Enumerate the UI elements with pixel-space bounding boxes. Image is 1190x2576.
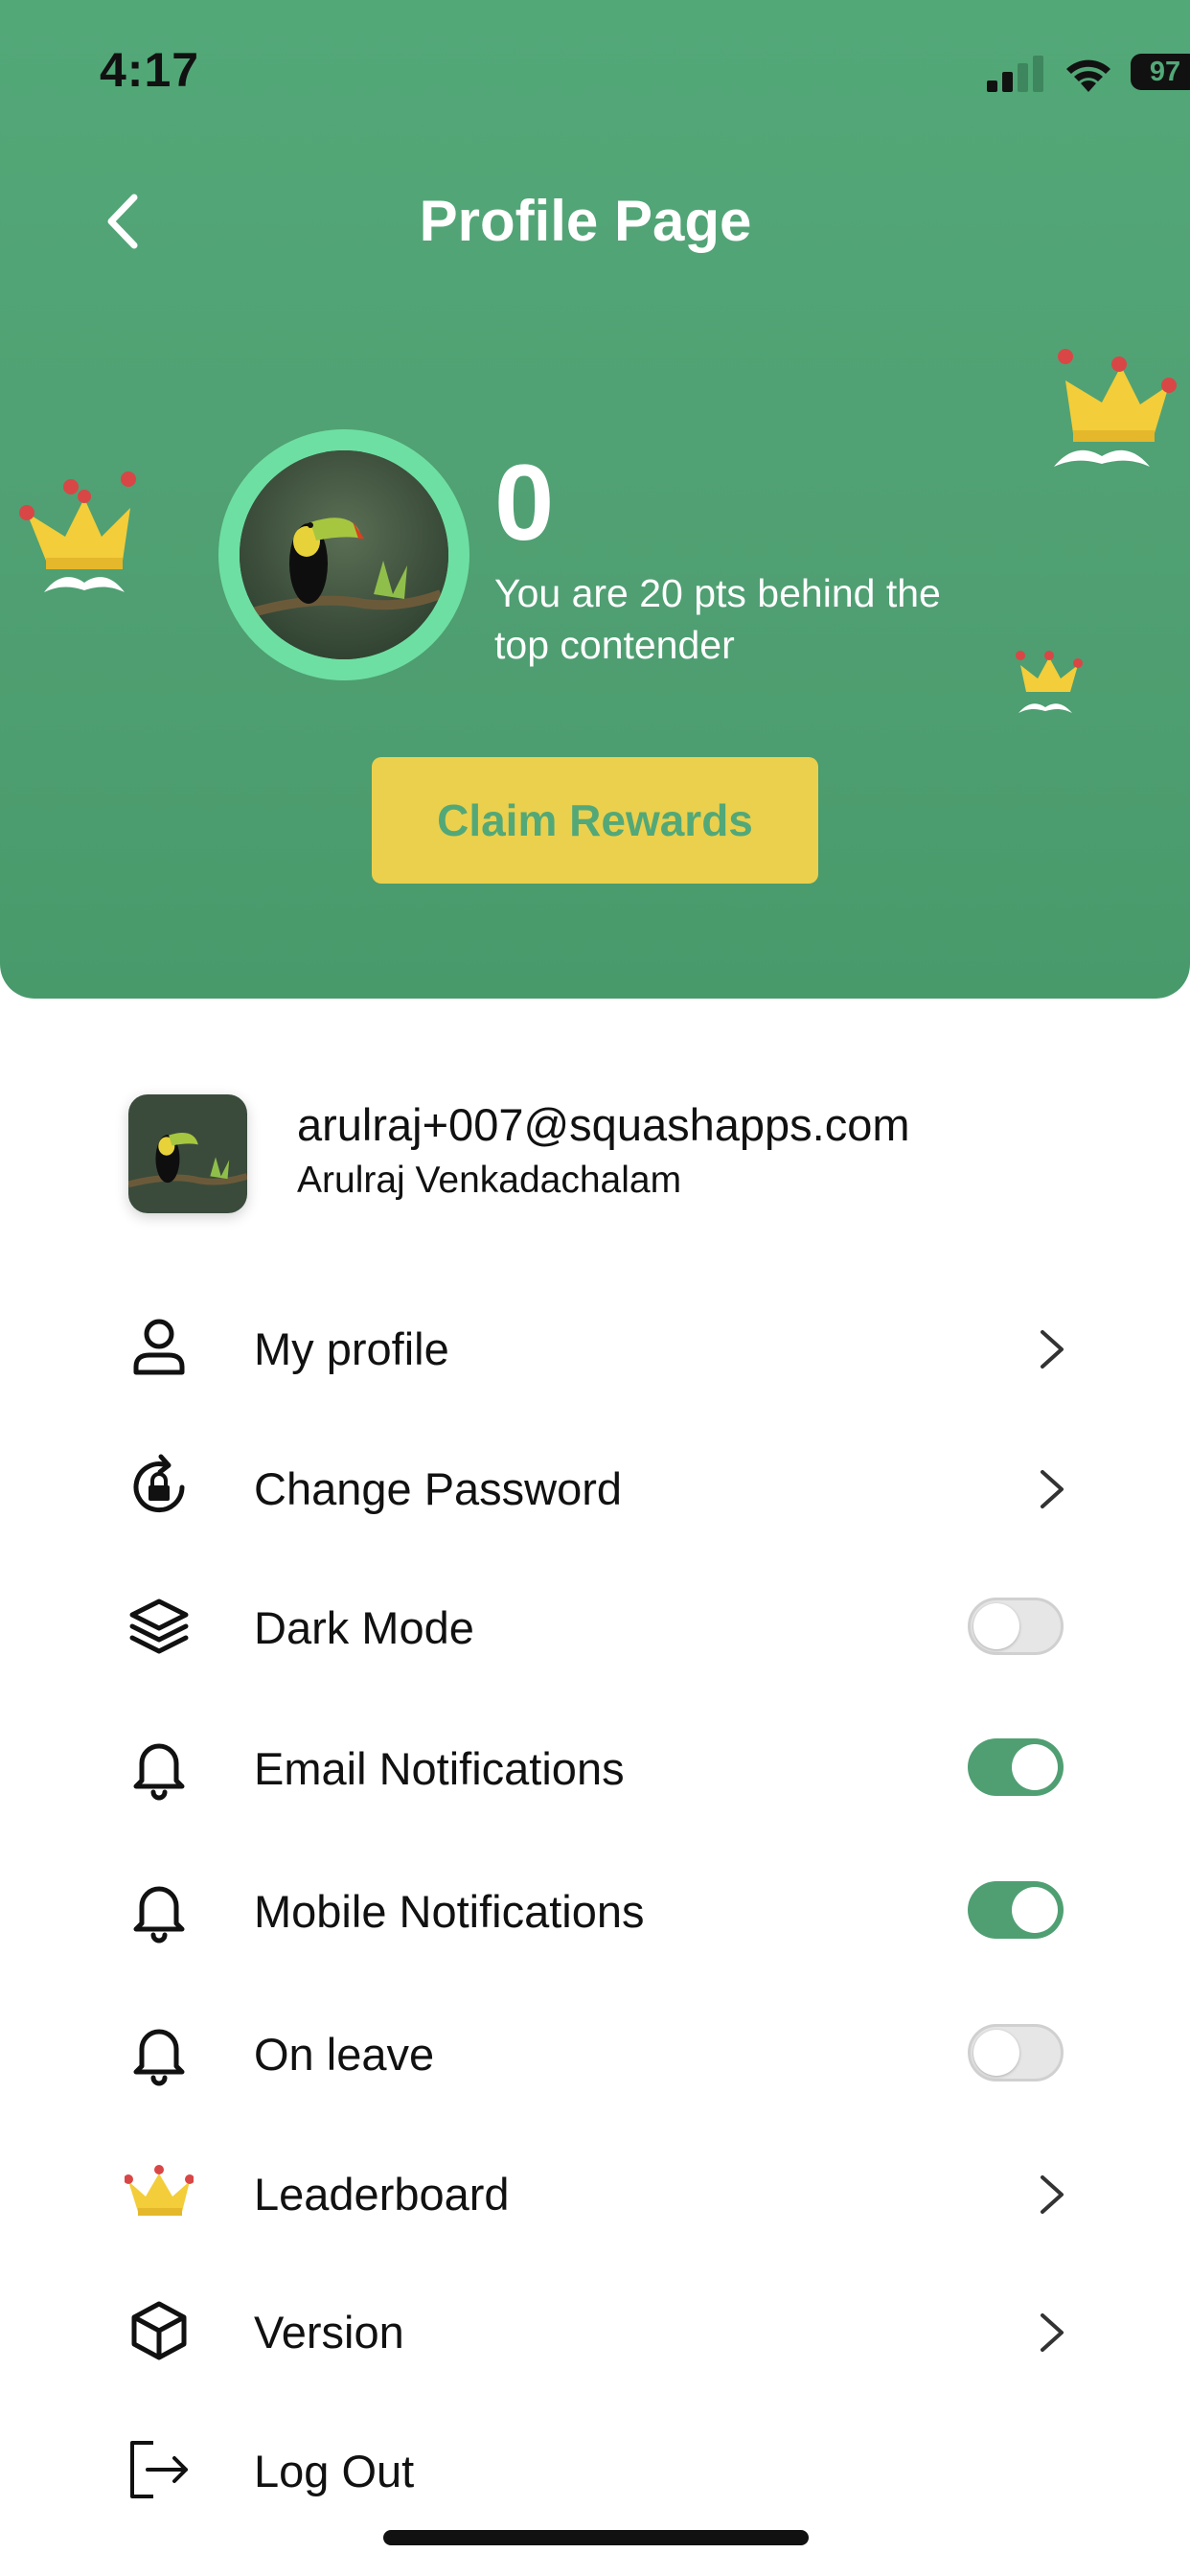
lock-refresh-icon xyxy=(133,1454,185,1513)
menu-item-version[interactable]: Version xyxy=(0,2273,1190,2388)
wifi-icon xyxy=(1066,59,1110,92)
menu-item-label: My profile xyxy=(254,1323,449,1374)
crown-icon xyxy=(125,2165,194,2216)
menu-item-label: Dark Mode xyxy=(254,1602,474,1653)
menu-item-dark-mode: Dark Mode xyxy=(0,1569,1190,1684)
menu-item-change-password[interactable]: Change Password xyxy=(0,1430,1190,1545)
menu-item-label: Version xyxy=(254,2307,404,2358)
layers-icon xyxy=(129,1598,189,1654)
home-indicator[interactable] xyxy=(383,2530,809,2545)
bell-icon xyxy=(133,1886,185,1944)
chevron-right-icon xyxy=(1041,1330,1064,1368)
cube-icon xyxy=(131,2301,187,2360)
page-title: Profile Page xyxy=(419,189,752,253)
toggle-knob xyxy=(1012,1887,1058,1933)
logout-icon xyxy=(130,2441,188,2498)
menu-item-label: Email Notifications xyxy=(254,1743,625,1794)
chevron-right-icon xyxy=(1041,1470,1064,1508)
menu-item-label: Leaderboard xyxy=(254,2169,510,2220)
menu-item-my-profile[interactable]: My profile xyxy=(0,1290,1190,1405)
chevron-right-icon xyxy=(1041,2175,1064,2214)
menu-item-email-notifications: Email Notifications xyxy=(0,1710,1190,1825)
toggle-knob xyxy=(973,2030,1019,2076)
menu-item-label: On leave xyxy=(254,2029,435,2080)
profile-avatar-ring[interactable] xyxy=(218,429,469,680)
battery-indicator: 97 xyxy=(1131,54,1190,90)
bell-icon xyxy=(133,2029,185,2086)
menu-item-log-out[interactable]: Log Out xyxy=(0,2412,1190,2527)
crown-mustache-icon xyxy=(19,472,136,592)
on-leave-toggle[interactable] xyxy=(968,2024,1064,2082)
account-email: arulraj+007@squashapps.com xyxy=(297,1099,910,1150)
account-avatar[interactable] xyxy=(128,1094,247,1213)
bell-icon xyxy=(133,1743,185,1801)
avatar xyxy=(240,450,448,659)
profile-header: 4:17 97 Profile Page 0 You are 20 pts be… xyxy=(0,0,1190,999)
toucan-image xyxy=(240,450,448,659)
claim-rewards-button[interactable]: Claim Rewards xyxy=(372,757,818,884)
mobile-notifications-toggle[interactable] xyxy=(968,1881,1064,1939)
account-name: Arulraj Venkadachalam xyxy=(297,1160,682,1201)
email-notifications-toggle[interactable] xyxy=(968,1738,1064,1796)
score-message: You are 20 pts behind the top contender xyxy=(494,571,941,667)
dark-mode-toggle[interactable] xyxy=(968,1598,1064,1655)
crown-mustache-icon xyxy=(1054,349,1177,467)
status-time: 4:17 xyxy=(100,43,200,97)
signal-icon xyxy=(987,56,1043,92)
toggle-knob xyxy=(1012,1744,1058,1790)
menu-item-label: Log Out xyxy=(254,2446,415,2496)
toucan-image xyxy=(128,1094,247,1213)
menu-item-leaderboard[interactable]: Leaderboard xyxy=(0,2135,1190,2250)
chevron-right-icon xyxy=(1041,2313,1064,2352)
crown-mustache-icon xyxy=(1016,651,1083,713)
menu-item-mobile-notifications: Mobile Notifications xyxy=(0,1852,1190,1967)
toggle-knob xyxy=(973,1603,1019,1649)
user-icon xyxy=(133,1319,185,1375)
menu-item-label: Change Password xyxy=(254,1463,623,1514)
score-points: 0 xyxy=(494,443,555,563)
menu-item-label: Mobile Notifications xyxy=(254,1886,645,1937)
menu-item-on-leave: On leave xyxy=(0,1995,1190,2110)
